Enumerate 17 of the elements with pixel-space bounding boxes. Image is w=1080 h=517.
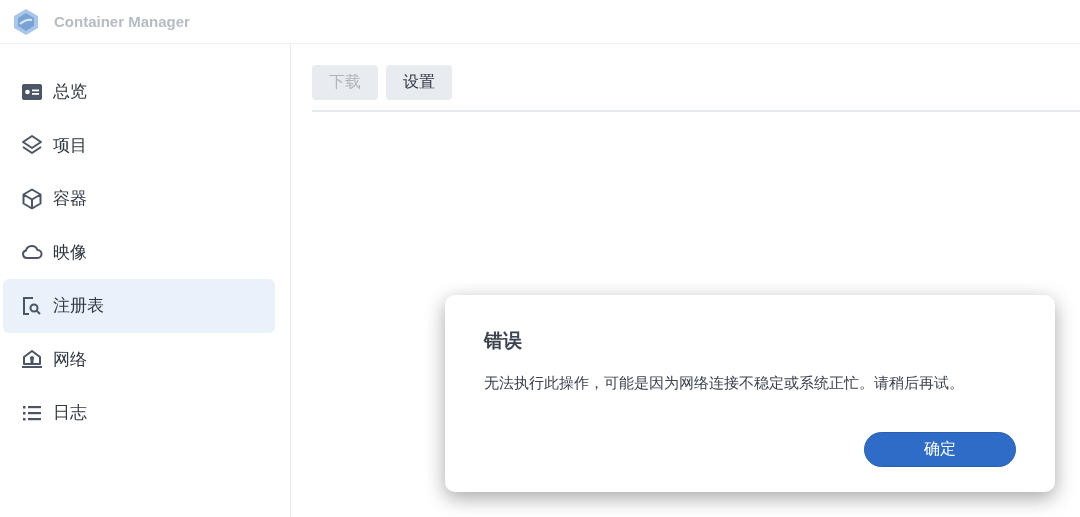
sidebar-item[interactable]: 映像: [3, 225, 275, 279]
sidebar-item[interactable]: 网络: [3, 332, 275, 386]
cube-icon: [21, 187, 43, 210]
dialog-title: 错误: [484, 328, 523, 353]
dialog-message: 无法执行此操作，可能是因为网络连接不稳定或系统正忙。请稍后再试。: [484, 374, 965, 393]
app-logo-icon: [12, 7, 40, 36]
sidebar-item[interactable]: 日志: [3, 386, 275, 440]
sidebar-item[interactable]: 注册表: [3, 279, 275, 333]
sidebar-item[interactable]: 总览: [3, 65, 275, 119]
sidebar-item[interactable]: 项目: [3, 118, 275, 172]
sidebar-item[interactable]: 容器: [3, 172, 275, 226]
toolbar-button[interactable]: 设置: [386, 65, 452, 100]
layers-icon: [21, 134, 43, 157]
confirm-button[interactable]: 确定: [864, 432, 1016, 467]
document-search-icon: [21, 294, 43, 317]
app-title: Container Manager: [54, 13, 190, 30]
house-icon: [21, 348, 43, 371]
